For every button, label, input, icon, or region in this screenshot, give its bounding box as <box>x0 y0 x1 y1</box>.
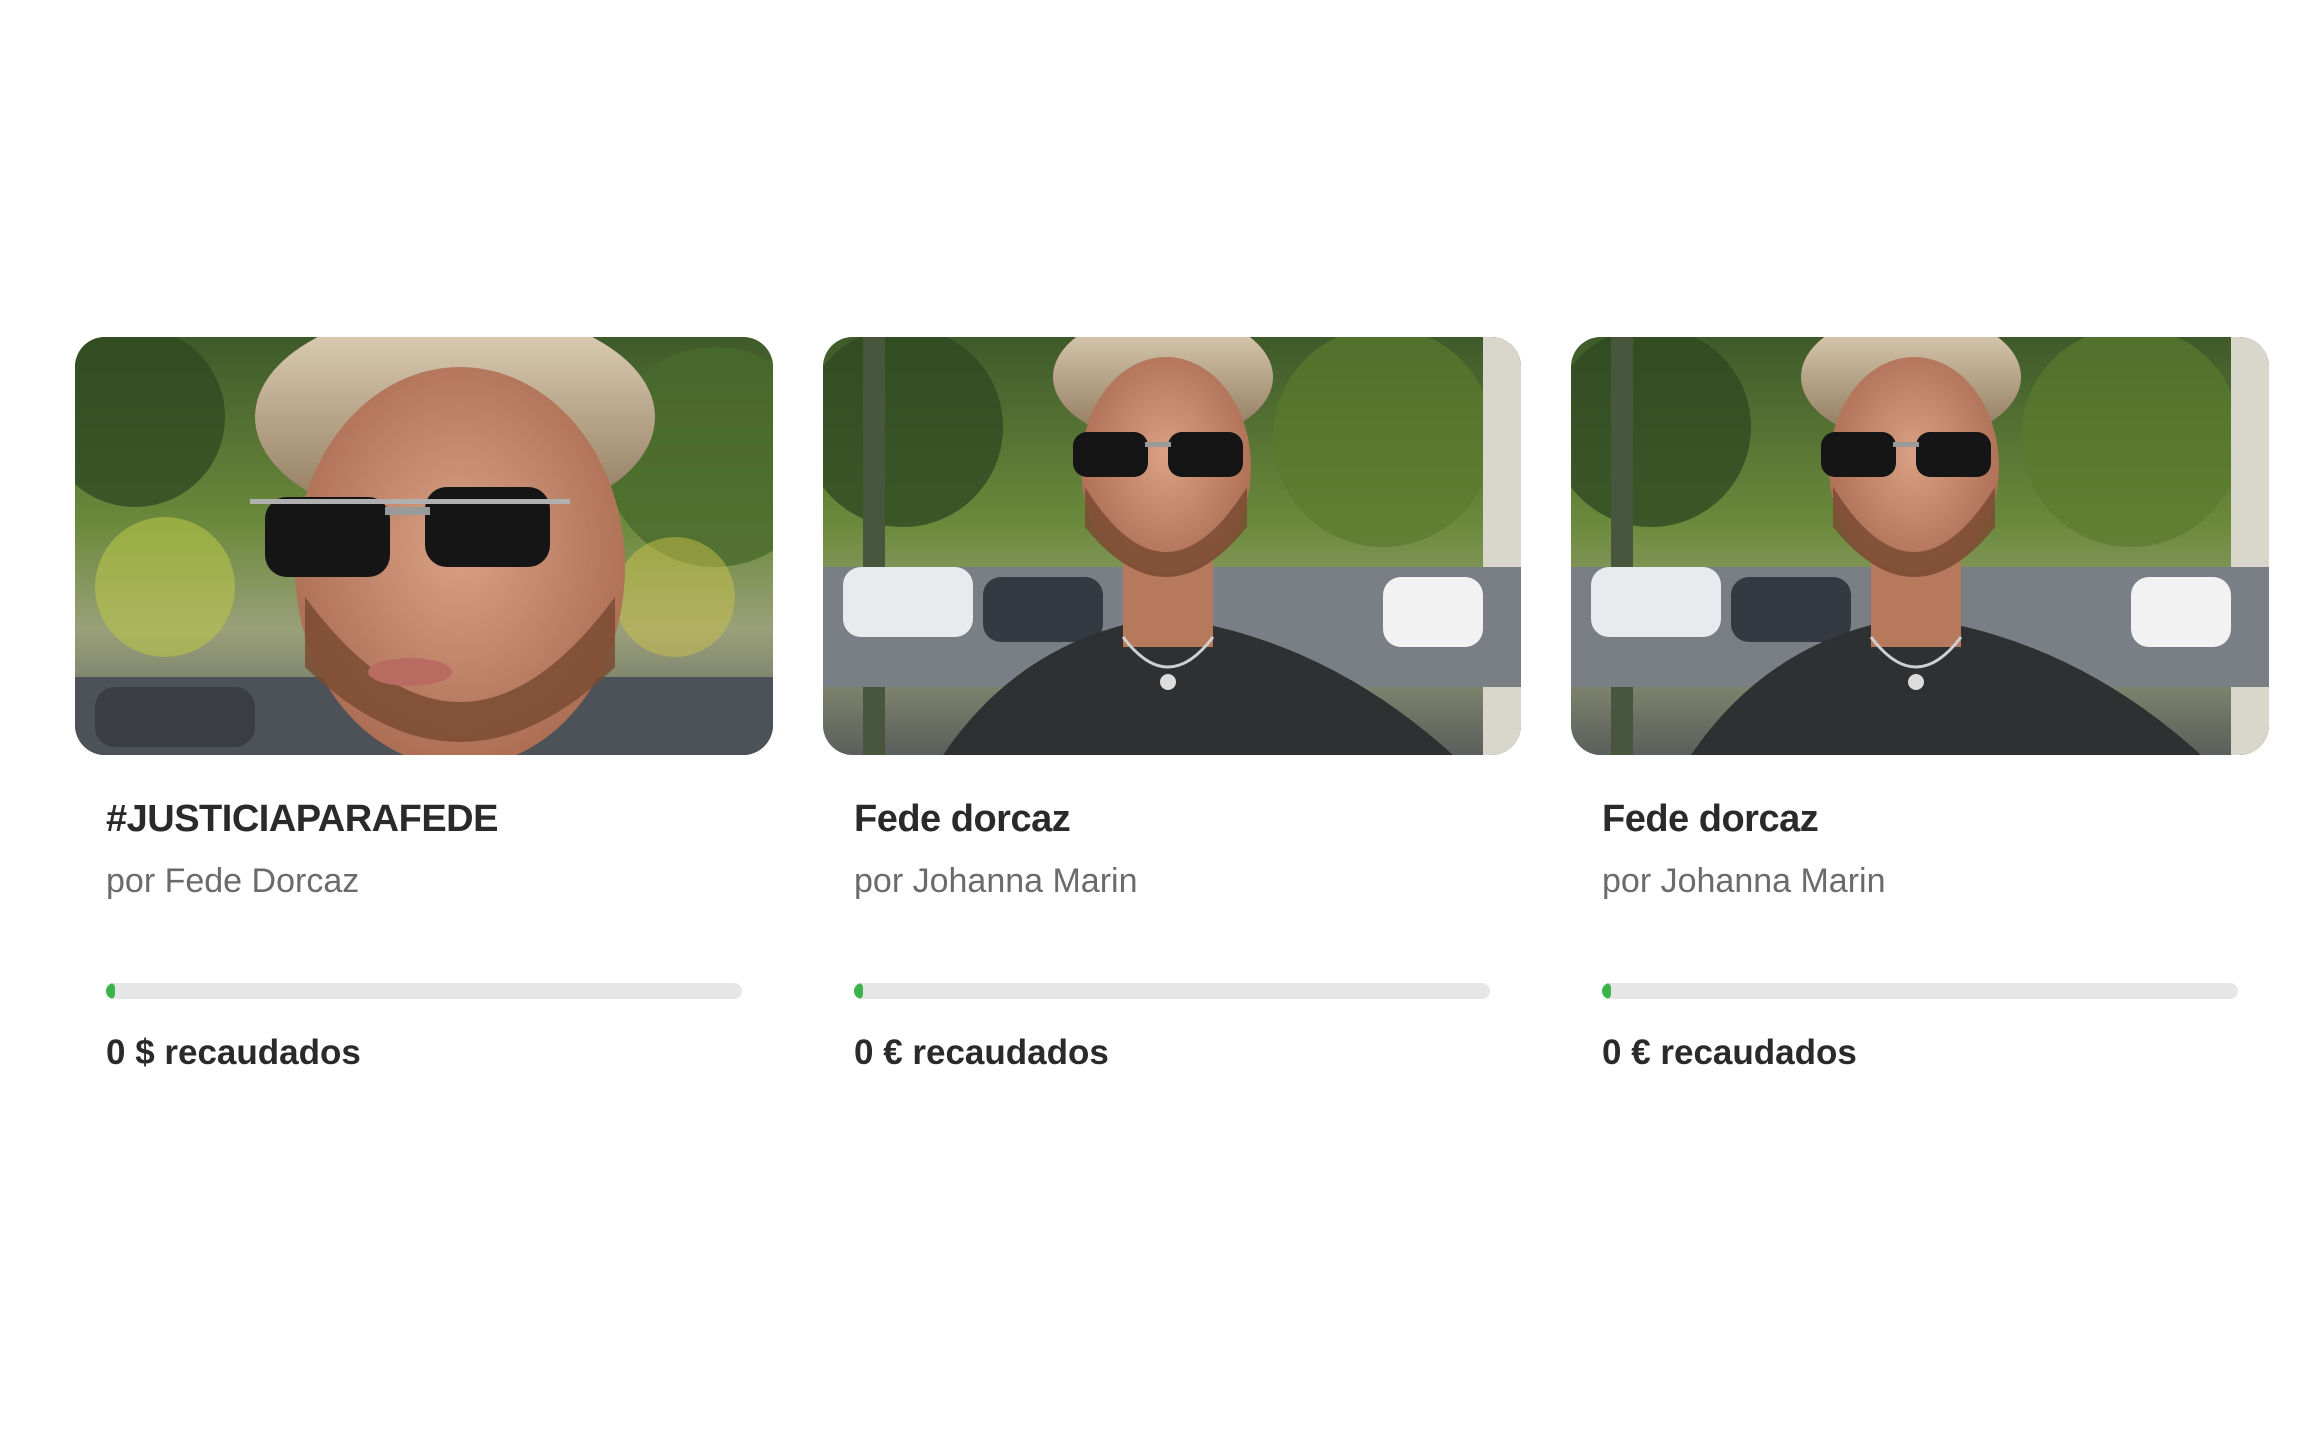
fundraiser-cover-image[interactable] <box>1571 337 2269 755</box>
progress-bar <box>854 983 1490 999</box>
amount-raised: 0 $ recaudados <box>106 1033 361 1072</box>
fundraiser-card[interactable]: #JUSTICIAPARAFEDE por Fede Dorcaz 0 $ re… <box>75 337 773 1075</box>
portrait-photo <box>75 337 773 755</box>
progress-bar <box>1602 983 2238 999</box>
amount-raised: 0 € recaudados <box>1602 1033 1857 1072</box>
fundraiser-cover-image[interactable] <box>75 337 773 755</box>
amount-raised: 0 € recaudados <box>854 1033 1109 1072</box>
fundraiser-card-list: #JUSTICIAPARAFEDE por Fede Dorcaz 0 $ re… <box>75 337 2269 1075</box>
fundraiser-organizer: por Fede Dorcaz <box>106 862 360 900</box>
fundraiser-title[interactable]: #JUSTICIAPARAFEDE <box>106 795 742 843</box>
progress-bar <box>106 983 742 999</box>
fundraiser-organizer: por Johanna Marin <box>854 862 1138 900</box>
progress-bar-fill <box>854 983 863 999</box>
fundraiser-card[interactable]: Fede dorcaz por Johanna Marin 0 € recaud… <box>1571 337 2269 1075</box>
progress-bar-fill <box>1602 983 1611 999</box>
portrait-photo <box>823 337 1521 755</box>
fundraiser-organizer: por Johanna Marin <box>1602 862 1886 900</box>
fundraiser-card[interactable]: Fede dorcaz por Johanna Marin 0 € recaud… <box>823 337 1521 1075</box>
progress-bar-fill <box>106 983 115 999</box>
fundraiser-title[interactable]: Fede dorcaz <box>1602 795 2238 843</box>
fundraiser-cover-image[interactable] <box>823 337 1521 755</box>
portrait-photo <box>1571 337 2269 755</box>
fundraiser-title[interactable]: Fede dorcaz <box>854 795 1490 843</box>
